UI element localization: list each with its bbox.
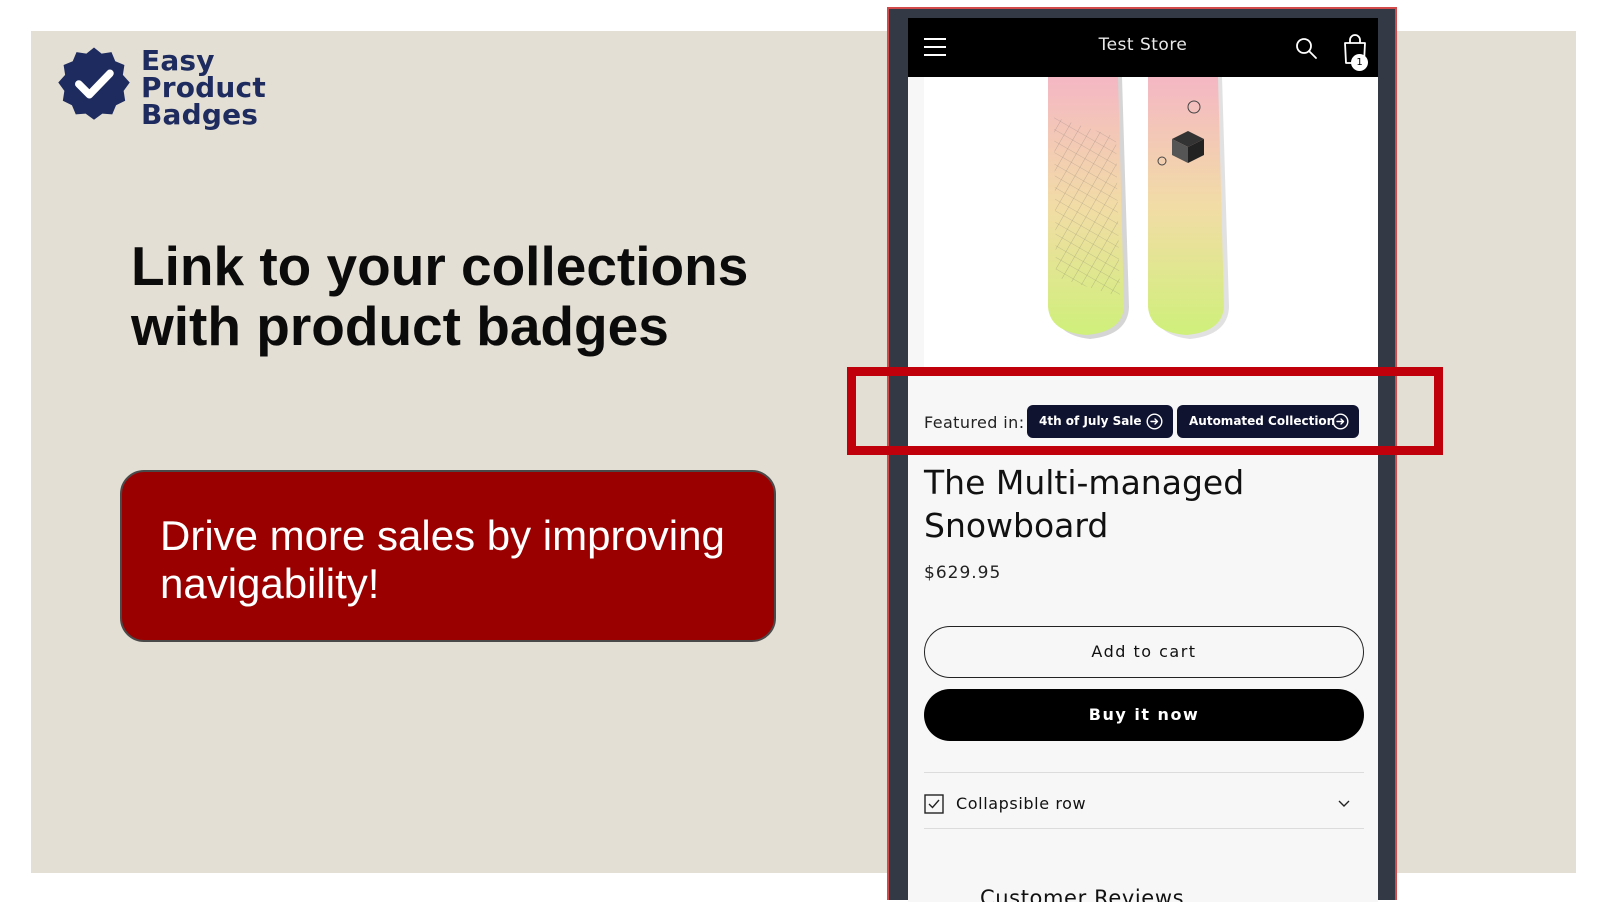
logo-line-1: Easy: [141, 44, 215, 77]
product-image-snowboards[interactable]: [924, 77, 1378, 367]
divider: [924, 772, 1364, 773]
logo-line-2: Product: [141, 71, 266, 104]
headline-line-2: with product badges: [131, 295, 669, 357]
cta-callout: Drive more sales by improving navigabili…: [120, 470, 776, 642]
highlight-annotation-box: [847, 367, 1443, 455]
store-header: Test Store 1: [908, 18, 1378, 77]
chevron-down-icon: [1338, 800, 1350, 807]
hero-headline: Link to your collections with product ba…: [131, 236, 771, 356]
product-title-line-2: Snowboard: [924, 506, 1109, 545]
brand-logo: Easy Product Badges: [56, 46, 266, 136]
buy-it-now-button[interactable]: Buy it now: [924, 689, 1364, 741]
cta-line-2: navigability!: [160, 560, 380, 607]
logo-line-3: Badges: [141, 98, 259, 131]
divider: [924, 828, 1364, 829]
collapsible-row[interactable]: Collapsible row: [924, 778, 1364, 828]
cta-text: Drive more sales by improving navigabili…: [160, 512, 760, 608]
search-icon[interactable]: [1294, 36, 1318, 60]
phone-screen: Test Store 1 Featured in: 4th of July Sa…: [908, 18, 1378, 902]
verified-badge-icon: [58, 47, 130, 120]
product-title: The Multi-managed Snowboard: [924, 461, 1364, 547]
checkbox-icon: [924, 794, 944, 814]
headline-line-1: Link to your collections: [131, 235, 749, 297]
cart-count-badge: 1: [1351, 54, 1368, 71]
product-title-line-1: The Multi-managed: [924, 463, 1245, 502]
cta-line-1: Drive more sales by improving: [160, 512, 725, 559]
collapsible-row-label: Collapsible row: [956, 794, 1087, 813]
add-to-cart-button[interactable]: Add to cart: [924, 626, 1364, 678]
product-price: $629.95: [924, 563, 1002, 583]
logo-wordmark: Easy Product Badges: [141, 44, 266, 131]
